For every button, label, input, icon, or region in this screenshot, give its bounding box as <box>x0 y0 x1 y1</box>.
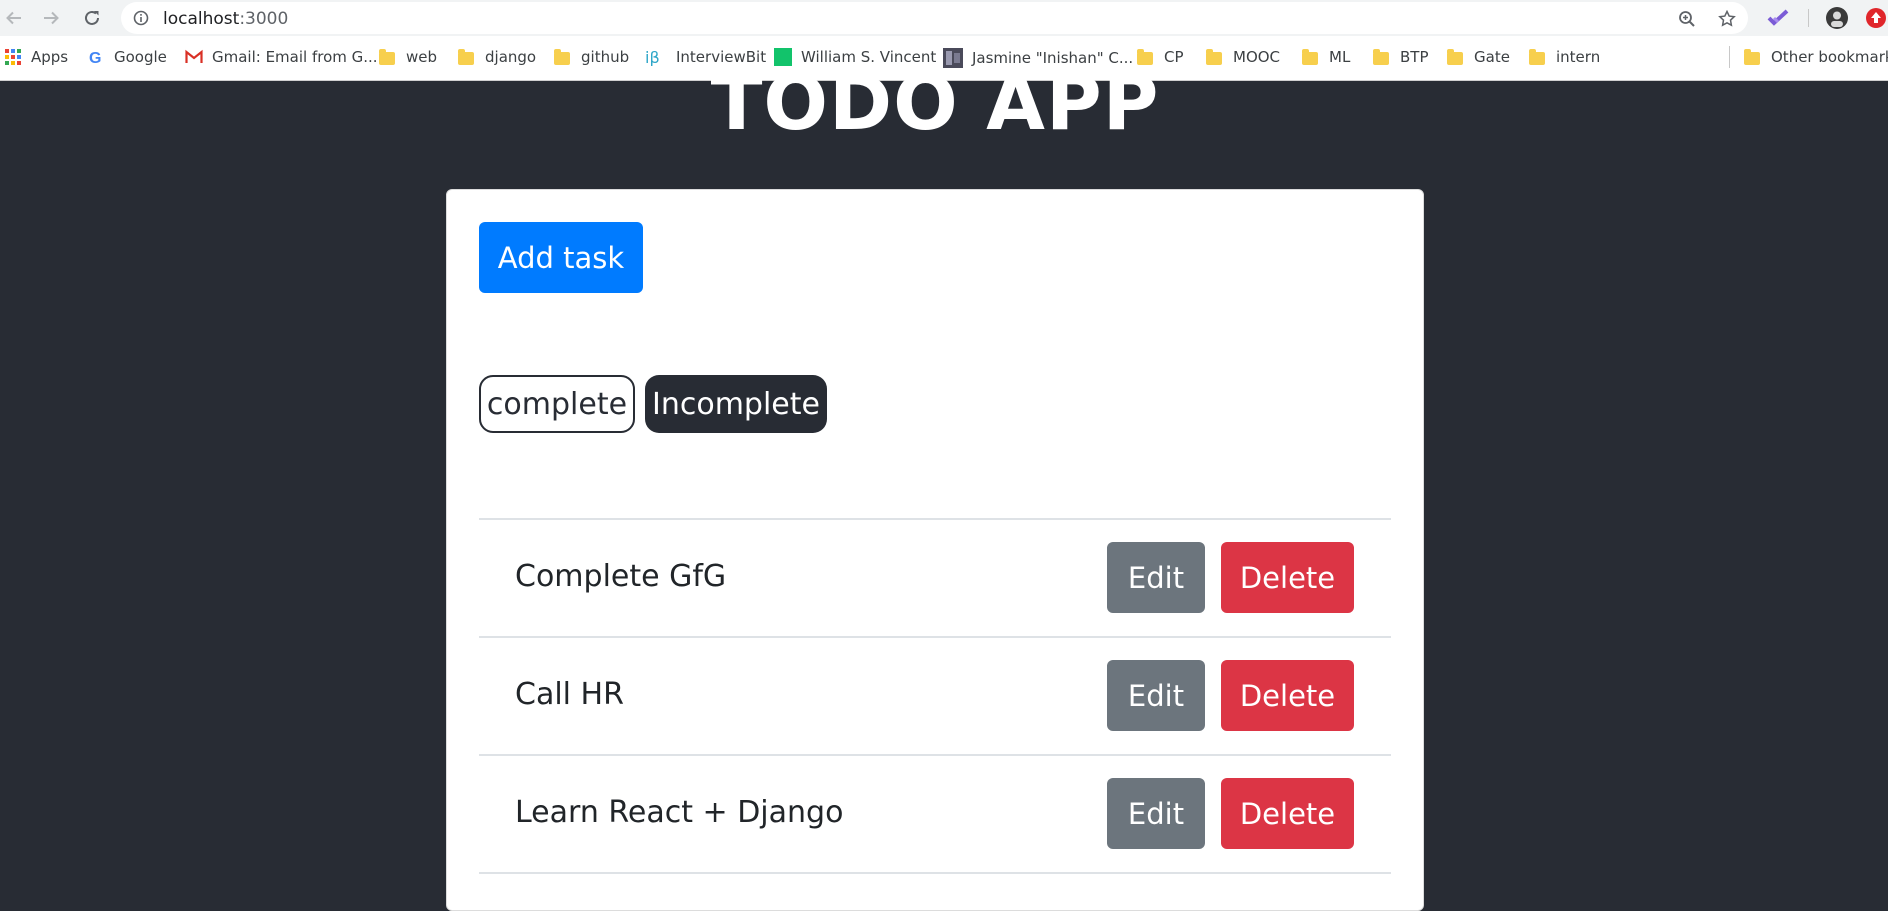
delete-button[interactable]: Delete <box>1221 660 1354 731</box>
reload-button[interactable] <box>80 6 104 30</box>
extension-check-icon[interactable] <box>1766 6 1790 30</box>
task-title[interactable]: Call HR <box>515 677 624 712</box>
back-arrow-icon <box>6 11 21 25</box>
task-title[interactable]: Complete GfG <box>515 559 726 594</box>
url-port: :3000 <box>239 9 289 29</box>
forward-button[interactable] <box>39 6 63 30</box>
update-alert-icon[interactable] <box>1864 6 1888 30</box>
task-row: Call HR Edit Delete <box>479 638 1391 756</box>
forward-arrow-icon <box>44 11 59 25</box>
status-tabs: complete Incomplete <box>479 375 827 433</box>
todo-card: Add task complete Incomplete Complete Gf… <box>446 189 1424 911</box>
browser-toolbar: localhost:3000 <box>0 0 1888 36</box>
zoom-icon[interactable] <box>1678 10 1696 32</box>
app-title: TODO APP <box>710 58 1160 147</box>
reload-icon <box>85 10 99 25</box>
profile-avatar[interactable] <box>1825 6 1849 30</box>
edit-button[interactable]: Edit <box>1107 542 1205 613</box>
task-list: Complete GfG Edit Delete Call HR Edit De… <box>479 518 1391 874</box>
task-row: Complete GfG Edit Delete <box>479 520 1391 638</box>
address-bar[interactable]: localhost:3000 <box>121 2 1748 34</box>
delete-button[interactable]: Delete <box>1221 778 1354 849</box>
site-info-icon[interactable] <box>133 10 149 30</box>
url-host: localhost <box>163 9 240 29</box>
edit-button[interactable]: Edit <box>1107 660 1205 731</box>
tab-incomplete[interactable]: Incomplete <box>645 375 827 433</box>
bookmark-star-icon[interactable] <box>1718 9 1736 32</box>
task-row: Learn React + Django Edit Delete <box>479 756 1391 874</box>
task-title[interactable]: Learn React + Django <box>515 795 843 830</box>
toolbar-divider <box>1808 9 1809 27</box>
edit-button[interactable]: Edit <box>1107 778 1205 849</box>
add-task-button[interactable]: Add task <box>479 222 643 293</box>
back-button[interactable] <box>2 6 26 30</box>
address-url[interactable]: localhost:3000 <box>163 9 288 29</box>
tab-complete[interactable]: complete <box>479 375 635 433</box>
delete-button[interactable]: Delete <box>1221 542 1354 613</box>
